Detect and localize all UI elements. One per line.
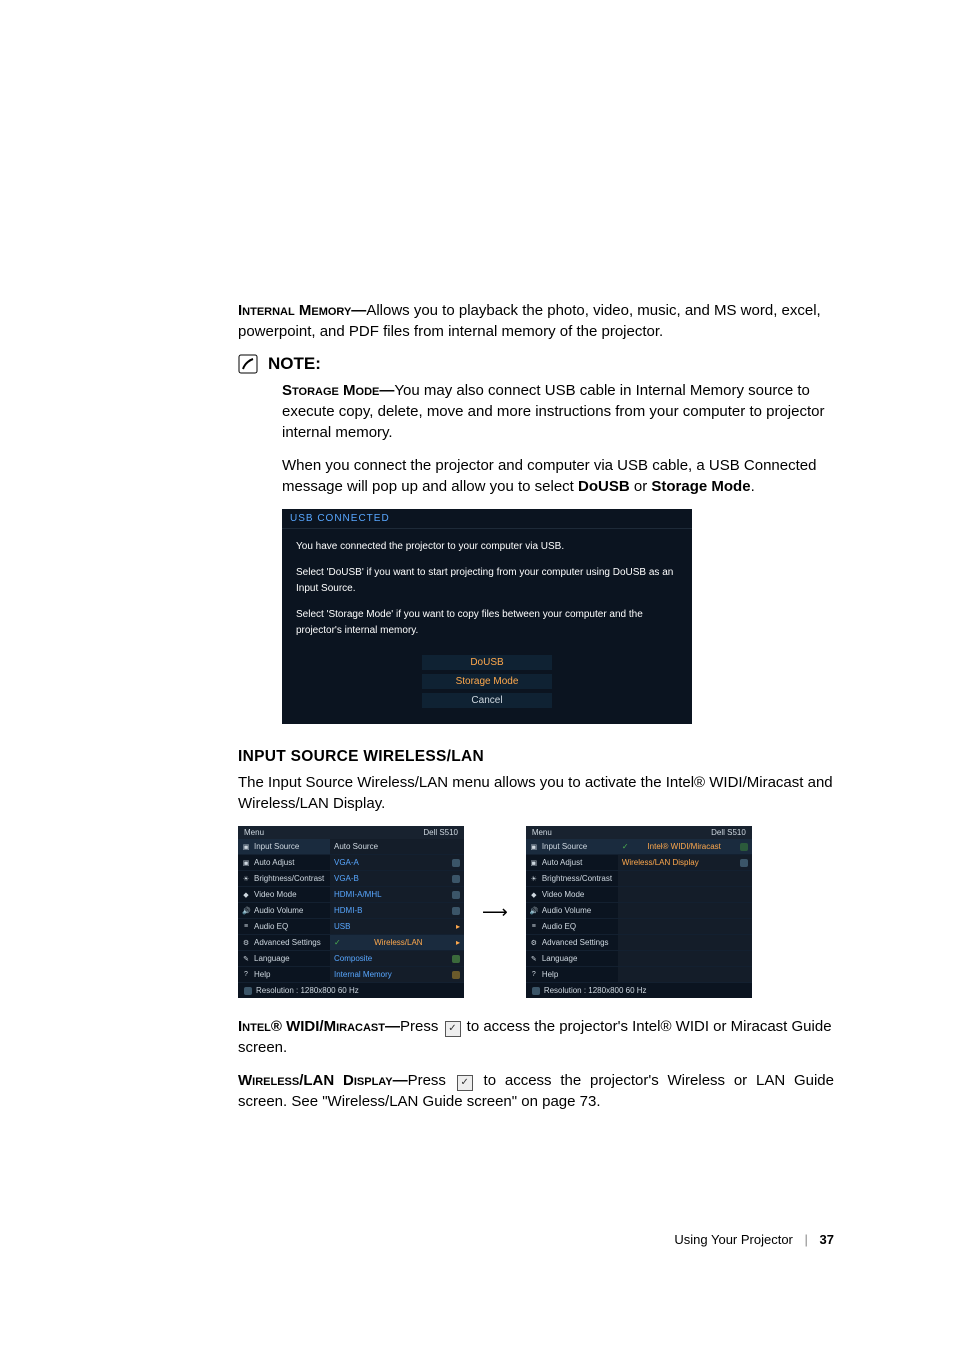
page-footer: Using Your Projector | 37 xyxy=(238,1232,834,1247)
osd1-opt-4: USB xyxy=(334,922,350,931)
osd-menu-1: Menu Dell S510 ▣Input Source ▣Auto Adjus… xyxy=(238,826,464,998)
osd1-item-3: Video Mode xyxy=(254,890,297,899)
osd2-item-8: Help xyxy=(542,970,558,979)
osd2-item-5: Audio EQ xyxy=(542,922,576,931)
connect-bold-1: DoUSB xyxy=(578,478,630,495)
page-content: Internal Memory—Allows you to playback t… xyxy=(0,0,954,1307)
osd2-menu-label: Menu xyxy=(532,828,552,837)
osd1-model: Dell S510 xyxy=(423,828,458,837)
check-icon: ✓ xyxy=(445,1021,461,1037)
storage-mode-lead: Storage Mode— xyxy=(282,382,394,399)
osd1-item-2: Brightness/Contrast xyxy=(254,874,324,883)
dousb-button: DoUSB xyxy=(422,655,552,670)
usb-line-1: You have connected the projector to your… xyxy=(296,539,678,555)
osd1-item-5: Audio EQ xyxy=(254,922,288,931)
osd1-opt-1: VGA-B xyxy=(334,874,359,883)
usb-line-2: Select 'DoUSB' if you want to start proj… xyxy=(296,565,678,597)
osd2-item-1: Auto Adjust xyxy=(542,858,582,867)
note-label: NOTE: xyxy=(268,354,321,374)
osd1-opt-5: Wireless/LAN xyxy=(374,938,422,947)
osd1-opt-2: HDMI-A/MHL xyxy=(334,890,382,899)
osd1-item-1: Auto Adjust xyxy=(254,858,294,867)
osd2-model: Dell S510 xyxy=(711,828,746,837)
internal-memory-lead: Internal Memory— xyxy=(238,302,366,319)
osd1-item-8: Help xyxy=(254,970,270,979)
page-number: 37 xyxy=(820,1232,834,1247)
osd2-item-3: Video Mode xyxy=(542,890,585,899)
note-content: Storage Mode—You may also connect USB ca… xyxy=(282,380,834,497)
storage-mode-button: Storage Mode xyxy=(422,674,552,689)
storage-mode-paragraph: Storage Mode—You may also connect USB ca… xyxy=(282,380,834,443)
osd1-opt-0: VGA-A xyxy=(334,858,359,867)
osd-screenshots-row: Menu Dell S510 ▣Input Source ▣Auto Adjus… xyxy=(238,826,834,998)
cancel-button: Cancel xyxy=(422,693,552,708)
osd2-opt-0: Intel® WIDI/Miracast xyxy=(647,842,720,851)
note-row: NOTE: xyxy=(238,354,834,374)
osd2-resolution: Resolution : 1280x800 60 Hz xyxy=(544,986,647,995)
osd2-item-4: Audio Volume xyxy=(542,906,591,915)
osd2-opt-1: Wireless/LAN Display xyxy=(622,858,699,867)
widi-lead: Intel® WIDI/Miracast— xyxy=(238,1018,400,1035)
osd2-item-7: Language xyxy=(542,954,578,963)
arrow-icon: ⟶ xyxy=(482,902,508,923)
osd2-right-column: ✓Intel® WIDI/Miracast Wireless/LAN Displ… xyxy=(618,839,752,983)
wlan-a: Press xyxy=(408,1072,455,1089)
osd1-item-0: Input Source xyxy=(254,842,299,851)
usb-buttons: DoUSB Storage Mode Cancel xyxy=(282,653,692,710)
usb-dialog-body: You have connected the projector to your… xyxy=(282,529,692,653)
osd1-auto: Auto Source xyxy=(334,842,378,851)
osd1-item-4: Audio Volume xyxy=(254,906,303,915)
wlan-lead: Wireless/LAN Display— xyxy=(238,1072,408,1089)
section-description: The Input Source Wireless/LAN menu allow… xyxy=(238,772,834,814)
internal-memory-paragraph: Internal Memory—Allows you to playback t… xyxy=(238,300,834,342)
osd2-item-2: Brightness/Contrast xyxy=(542,874,612,883)
section-heading: INPUT SOURCE WIRELESS/LAN xyxy=(238,748,834,766)
osd1-resolution: Resolution : 1280x800 60 Hz xyxy=(256,986,359,995)
widi-paragraph: Intel® WIDI/Miracast—Press ✓ to access t… xyxy=(238,1016,834,1058)
connect-or: or xyxy=(630,478,652,495)
widi-a: Press xyxy=(400,1018,443,1035)
connect-bold-2: Storage Mode xyxy=(651,478,750,495)
osd1-right-column: Auto Source VGA-A VGA-B HDMI-A/MHL HDMI-… xyxy=(330,839,464,983)
usb-line-3: Select 'Storage Mode' if you want to cop… xyxy=(296,607,678,639)
osd1-opt-3: HDMI-B xyxy=(334,906,362,915)
osd1-opt-7: Internal Memory xyxy=(334,970,392,979)
osd2-item-0: Input Source xyxy=(542,842,587,851)
usb-dialog-header: USB CONNECTED xyxy=(282,509,692,529)
osd2-left-column: ▣Input Source ▣Auto Adjust ☀Brightness/C… xyxy=(526,839,618,983)
osd1-item-6: Advanced Settings xyxy=(254,938,321,947)
connect-dot: . xyxy=(751,478,755,495)
connect-paragraph: When you connect the projector and compu… xyxy=(282,455,834,497)
check-icon-2: ✓ xyxy=(457,1075,473,1091)
osd1-menu-label: Menu xyxy=(244,828,264,837)
footer-text: Using Your Projector xyxy=(674,1232,793,1247)
osd-menu-2: Menu Dell S510 ▣Input Source ▣Auto Adjus… xyxy=(526,826,752,998)
osd1-opt-6: Composite xyxy=(334,954,372,963)
osd1-left-column: ▣Input Source ▣Auto Adjust ☀Brightness/C… xyxy=(238,839,330,983)
osd1-item-7: Language xyxy=(254,954,290,963)
usb-connected-dialog: USB CONNECTED You have connected the pro… xyxy=(282,509,692,724)
note-icon xyxy=(238,354,258,374)
osd2-item-6: Advanced Settings xyxy=(542,938,609,947)
wlan-paragraph: Wireless/LAN Display—Press ✓ to access t… xyxy=(238,1070,834,1112)
